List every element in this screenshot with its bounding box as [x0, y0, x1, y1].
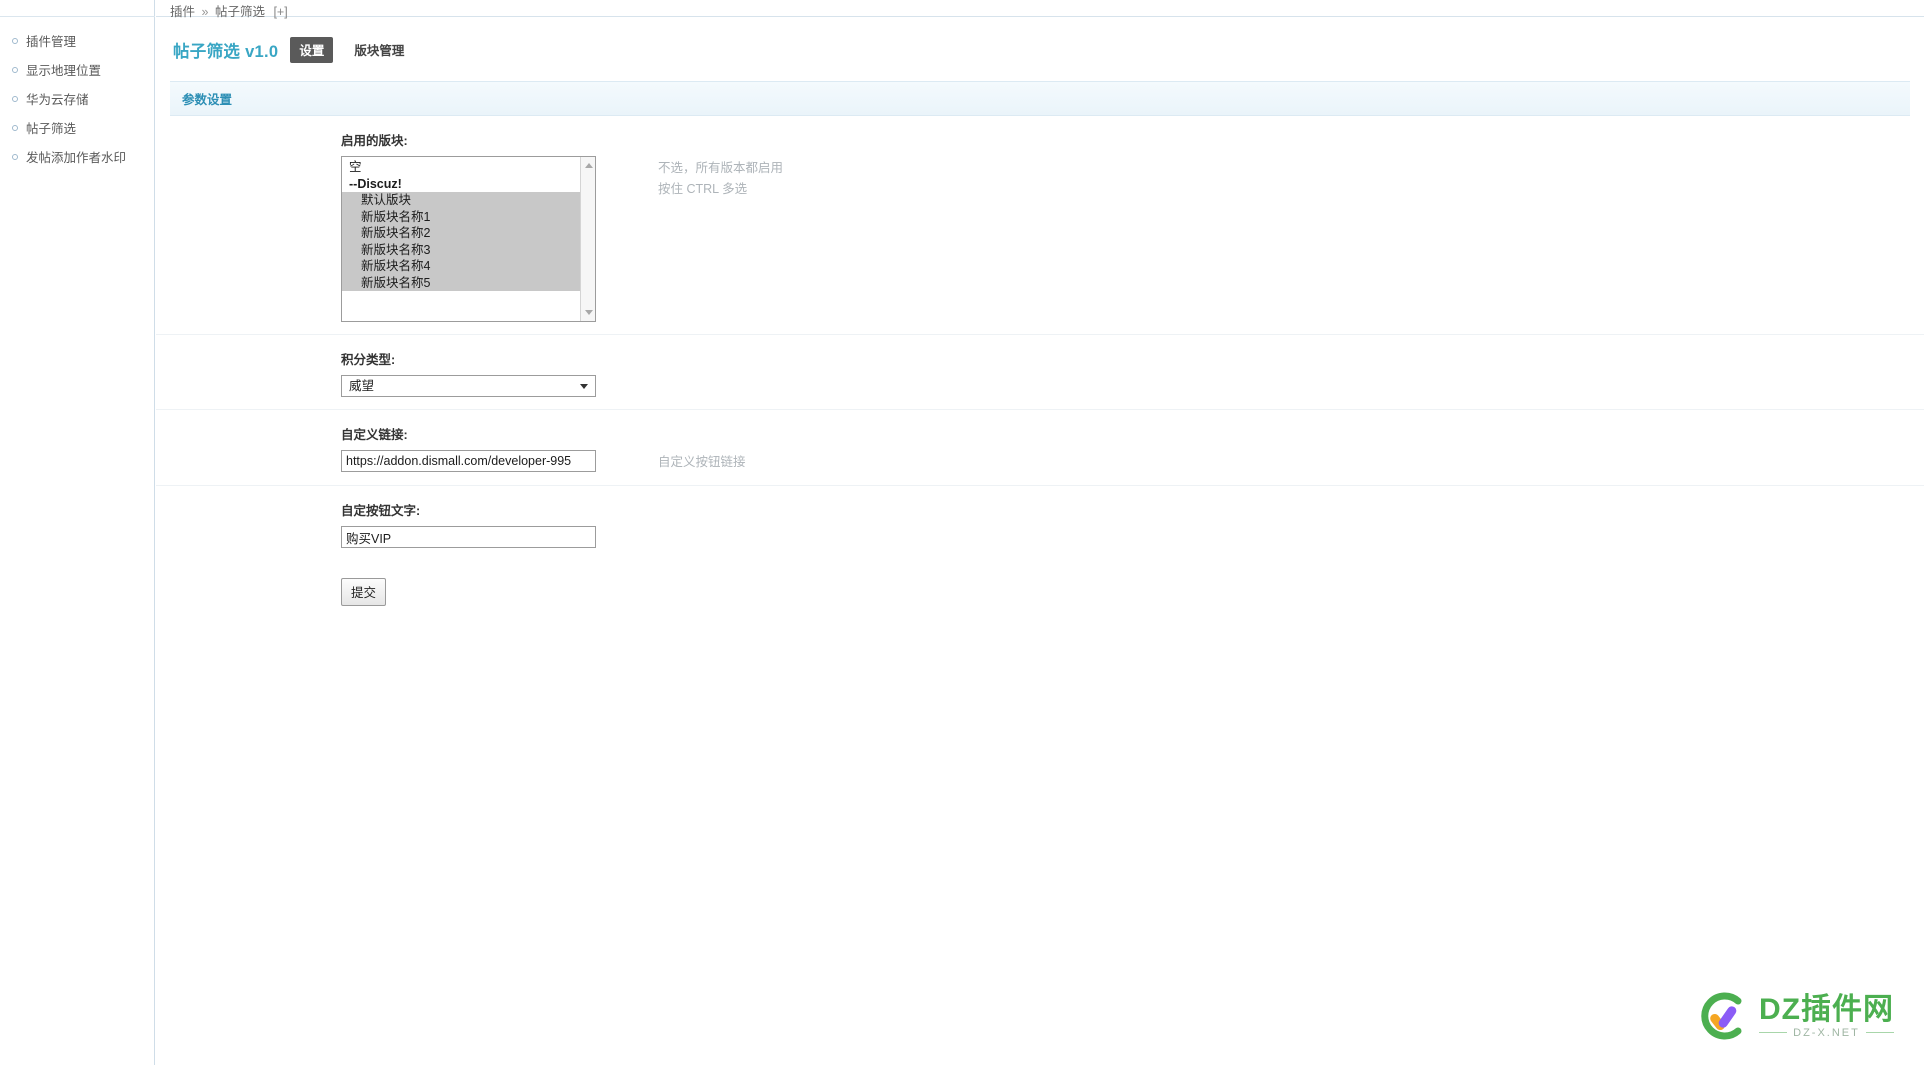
triangle-up-icon[interactable] [581, 158, 595, 173]
sidebar-item-label: 插件管理 [26, 35, 77, 49]
sidebar-item-author-watermark[interactable]: 发帖添加作者水印 [0, 144, 154, 173]
admin-page: 插件管理 显示地理位置 华为云存储 帖子筛选 发帖添加作者水印 插件 » 帖子筛… [0, 0, 1924, 1065]
circle-bullet-icon [12, 125, 18, 131]
breadcrumb-current-link[interactable]: 帖子筛选 [215, 5, 265, 19]
breadcrumb-expand-toggle[interactable]: [+] [273, 5, 287, 19]
credit-type-selected-value: 威望 [349, 379, 375, 393]
listbox-option[interactable]: 新版块名称4 [342, 258, 595, 275]
field-credit-type: 积分类型: 威望 [156, 335, 1924, 410]
sidebar-item-post-filter[interactable]: 帖子筛选 [0, 115, 154, 144]
field-label-custom-button-text: 自定按钮文字: [341, 504, 421, 518]
sidebar-item-show-location[interactable]: 显示地理位置 [0, 57, 154, 86]
enabled-forums-listbox[interactable]: 空 --Discuz! 默认版块 新版块名称1 新版块名称2 新版块名称3 新版… [341, 156, 596, 322]
breadcrumb-separator: » [201, 5, 209, 19]
hint-line-1: 不选，所有版本都启用 [658, 161, 784, 175]
sidebar-item-label: 华为云存储 [26, 93, 89, 107]
hint-line-1: 自定义按钮链接 [658, 455, 746, 469]
main-content: 插件 » 帖子筛选 [+] 帖子筛选 v1.0 设置 版块管理 参数设置 启用的… [156, 0, 1924, 1065]
dz-logo-icon [1701, 992, 1742, 1040]
sidebar-item-plugin-manage[interactable]: 插件管理 [0, 28, 154, 57]
chevron-down-icon [580, 384, 588, 389]
field-custom-link: 自定义链接: 自定义按钮链接 [156, 410, 1924, 486]
sidebar: 插件管理 显示地理位置 华为云存储 帖子筛选 发帖添加作者水印 [0, 0, 155, 1065]
credit-type-select[interactable]: 威望 [341, 375, 596, 397]
circle-bullet-icon [12, 38, 18, 44]
watermark-rule-right [1865, 1032, 1895, 1033]
plugin-header: 帖子筛选 v1.0 设置 版块管理 [156, 17, 1924, 75]
watermark-brand: DZ插件网 [1759, 992, 1894, 1026]
breadcrumb-root-link[interactable]: 插件 [170, 5, 195, 19]
listbox-option[interactable]: 新版块名称1 [342, 208, 595, 225]
section-title-parameter-settings: 参数设置 [170, 81, 1910, 116]
sidebar-item-label: 显示地理位置 [26, 64, 102, 78]
sidebar-item-label: 帖子筛选 [26, 122, 77, 136]
sidebar-menu: 插件管理 显示地理位置 华为云存储 帖子筛选 发帖添加作者水印 [0, 0, 154, 173]
field-label-enabled-forums: 启用的版块: [341, 134, 408, 148]
field-label-custom-link: 自定义链接: [341, 428, 408, 442]
site-watermark: DZ插件网 DZ-X.NET [1695, 989, 1895, 1043]
field-enabled-forums: 启用的版块: 空 --Discuz! 默认版块 新版块名称1 新版块名称2 新版… [156, 116, 1924, 335]
field-hint-enabled-forums: 不选，所有版本都启用 按住 CTRL 多选 [658, 156, 783, 200]
watermark-rule-left [1759, 1032, 1788, 1033]
tab-forum-manage[interactable]: 版块管理 [345, 37, 413, 63]
listbox-scrollbar[interactable] [580, 157, 595, 321]
listbox-option[interactable]: 新版块名称3 [342, 241, 595, 258]
listbox-option-group[interactable]: --Discuz! [342, 176, 595, 193]
field-custom-button-text: 自定按钮文字: [156, 486, 1924, 560]
breadcrumb: 插件 » 帖子筛选 [+] [156, 0, 1924, 19]
circle-bullet-icon [12, 154, 18, 160]
watermark-text: DZ插件网 DZ-X.NET [1759, 992, 1895, 1039]
custom-button-text-input[interactable] [341, 526, 596, 548]
sidebar-item-label: 发帖添加作者水印 [26, 151, 127, 165]
circle-bullet-icon [12, 96, 18, 102]
sidebar-divider [0, 16, 155, 17]
field-label-credit-type: 积分类型: [341, 353, 396, 367]
page-title: 帖子筛选 v1.0 [173, 43, 279, 61]
settings-form: 启用的版块: 空 --Discuz! 默认版块 新版块名称1 新版块名称2 新版… [156, 116, 1924, 606]
watermark-domain: DZ-X.NET [1793, 1026, 1860, 1039]
custom-link-input[interactable] [341, 450, 596, 472]
triangle-down-icon[interactable] [581, 305, 595, 320]
listbox-option[interactable]: 默认版块 [342, 192, 595, 209]
watermark-domain-row: DZ-X.NET [1759, 1026, 1895, 1039]
field-hint-custom-link: 自定义按钮链接 [658, 450, 746, 473]
submit-button[interactable]: 提交 [341, 578, 387, 606]
listbox-option[interactable]: 新版块名称2 [342, 225, 595, 242]
circle-bullet-icon [12, 67, 18, 73]
sidebar-item-huawei-cloud-storage[interactable]: 华为云存储 [0, 86, 154, 115]
listbox-option[interactable]: 新版块名称5 [342, 274, 595, 291]
tab-settings[interactable]: 设置 [290, 37, 334, 63]
hint-line-2: 按住 CTRL 多选 [658, 182, 748, 196]
form-actions: 提交 [156, 560, 1924, 606]
listbox-option[interactable]: 空 [342, 159, 595, 176]
